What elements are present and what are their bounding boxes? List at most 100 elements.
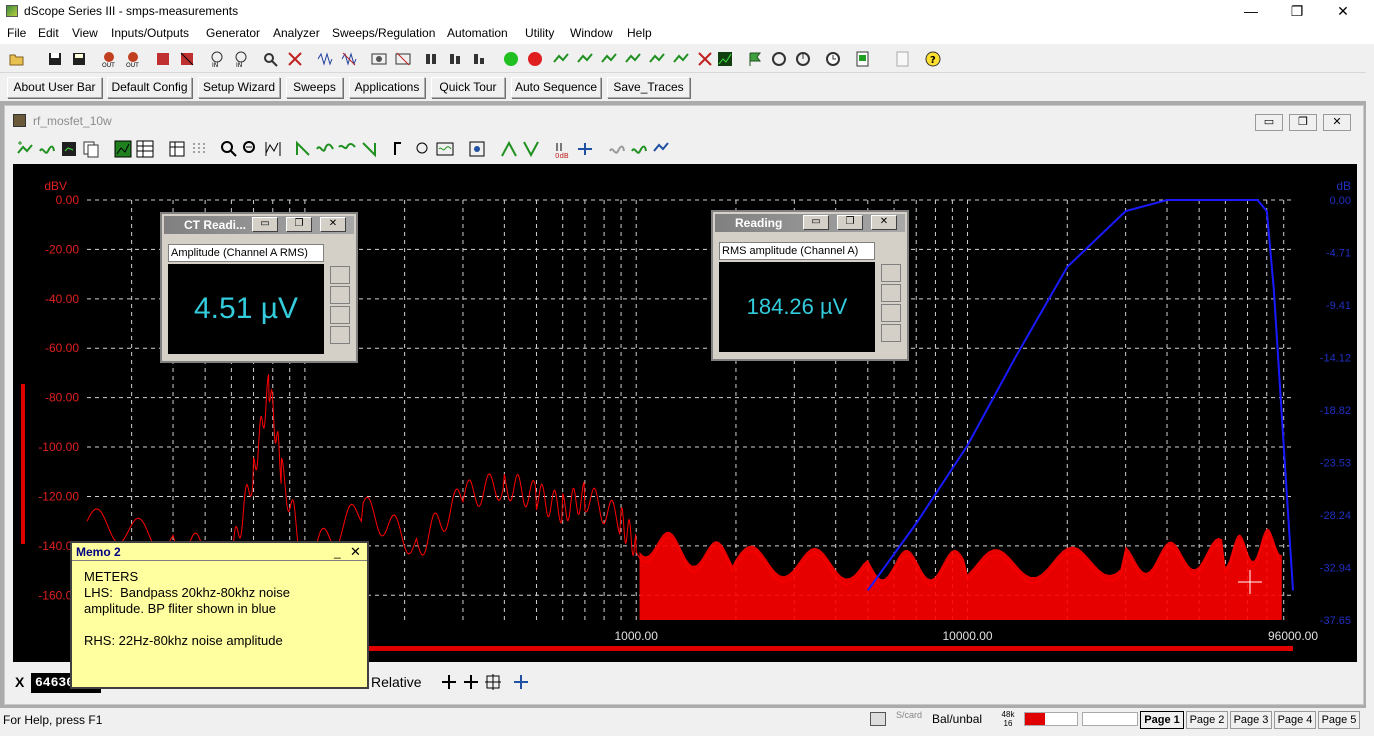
trace2-icon[interactable] <box>576 50 594 68</box>
sweep-step-icon[interactable] <box>448 50 466 68</box>
cursor-move-icon[interactable] <box>511 672 531 692</box>
save-all-icon[interactable] <box>70 50 88 68</box>
about-user-bar-button[interactable]: About User Bar <box>7 77 102 98</box>
probe-off-icon[interactable] <box>286 50 304 68</box>
cursor-add2-icon[interactable] <box>461 672 481 692</box>
copy-graph-icon[interactable] <box>81 139 101 159</box>
report-icon[interactable] <box>854 50 872 68</box>
menu-help[interactable]: Help <box>627 26 652 40</box>
quick-tour-button[interactable]: Quick Tour <box>431 77 505 98</box>
rms-reading-meter[interactable]: Reading ▭ ❐ ✕ RMS amplitude (Channel A) … <box>711 210 909 361</box>
rms-reading-arrows-icon[interactable] <box>881 324 901 342</box>
graph-icon[interactable] <box>716 50 734 68</box>
ct-reading-minimize-button[interactable]: ▭ <box>252 217 278 232</box>
cursor-box-icon[interactable] <box>483 672 503 692</box>
grid-dots-icon[interactable] <box>189 139 209 159</box>
rms-reading-probe-icon[interactable] <box>881 284 901 302</box>
graph-restore-button[interactable]: ❐ <box>1289 114 1317 131</box>
trace5-icon[interactable] <box>648 50 666 68</box>
rms-reading-scale-icon[interactable] <box>881 264 901 282</box>
cursor-left-icon[interactable] <box>293 139 313 159</box>
normalize-icon[interactable]: 0dB <box>553 139 573 160</box>
sweep-icon[interactable] <box>424 50 442 68</box>
marker-zoom-icon[interactable] <box>413 139 433 159</box>
add-trace-icon[interactable] <box>15 139 35 159</box>
minimize-button[interactable]: — <box>1228 0 1274 24</box>
offset-icon[interactable] <box>575 139 595 159</box>
settings-table-icon[interactable] <box>167 139 187 159</box>
close-cursor-icon[interactable]: X <box>15 674 24 690</box>
graph-minimize-button[interactable]: ▭ <box>1255 114 1283 131</box>
ct-reading-restore-button[interactable]: ❐ <box>286 217 312 232</box>
wave-compare-icon[interactable] <box>629 139 649 159</box>
restore-button[interactable]: ❐ <box>1274 0 1320 24</box>
trace-style-icon[interactable] <box>37 139 57 159</box>
page-1-tab[interactable]: Page 1 <box>1140 711 1184 729</box>
peak-icon[interactable] <box>499 139 519 159</box>
scope-off-icon[interactable] <box>394 50 412 68</box>
scope-icon[interactable] <box>370 50 388 68</box>
save-icon[interactable] <box>46 50 64 68</box>
sweep-mode-icon[interactable] <box>472 50 490 68</box>
valley-icon[interactable] <box>521 139 541 159</box>
generator-icon[interactable] <box>154 50 172 68</box>
relative-label[interactable]: Relative <box>371 674 422 690</box>
wave-off-icon[interactable] <box>340 50 358 68</box>
page-2-tab[interactable]: Page 2 <box>1186 711 1228 729</box>
trace6-icon[interactable] <box>672 50 690 68</box>
memo-minimize-button[interactable]: _ <box>334 545 341 559</box>
trace-x-icon[interactable] <box>696 50 714 68</box>
rms-reading-close-button[interactable]: ✕ <box>871 215 897 230</box>
rms-reading-restore-button[interactable]: ❐ <box>837 215 863 230</box>
regulation2-icon[interactable] <box>794 50 812 68</box>
memo-text[interactable]: METERS LHS: Bandpass 20khz-80khz noise a… <box>84 569 359 649</box>
run-icon[interactable] <box>502 50 520 68</box>
rms-reading-table-icon[interactable] <box>881 304 901 322</box>
sweeps-button[interactable]: Sweeps <box>286 77 343 98</box>
save-graph-icon[interactable] <box>59 139 79 159</box>
menu-file[interactable]: File <box>7 26 26 40</box>
input-icon[interactable]: IN <box>208 50 226 69</box>
cursor-wave2-icon[interactable] <box>337 139 357 159</box>
probe-icon[interactable] <box>262 50 280 68</box>
menu-automation[interactable]: Automation <box>447 26 508 40</box>
memo-window[interactable]: Memo 2 _ ✕ METERS LHS: Bandpass 20khz-80… <box>70 541 369 689</box>
ct-reading-close-button[interactable]: ✕ <box>320 217 346 232</box>
open-folder-icon[interactable] <box>8 50 26 68</box>
cursor-add-icon[interactable] <box>439 672 459 692</box>
menu-inputs-outputs[interactable]: Inputs/Outputs <box>111 26 189 40</box>
output-off-icon[interactable]: OUT <box>124 50 142 69</box>
table-view-icon[interactable] <box>135 139 155 159</box>
wave-icon[interactable] <box>316 50 334 68</box>
auto-sequence-button[interactable]: Auto Sequence <box>511 77 601 98</box>
rms-reading-minimize-button[interactable]: ▭ <box>803 215 829 230</box>
ct-reading-meter[interactable]: CT Readi... ▭ ❐ ✕ Amplitude (Channel A R… <box>160 212 358 363</box>
help-icon[interactable]: ? <box>924 50 942 68</box>
ct-reading-arrows-icon[interactable] <box>330 326 350 344</box>
trace-icon[interactable] <box>552 50 570 68</box>
applications-button[interactable]: Applications <box>349 77 425 98</box>
close-button[interactable]: ✕ <box>1320 0 1366 24</box>
ct-reading-scale-icon[interactable] <box>330 266 350 284</box>
menu-utility[interactable]: Utility <box>525 26 554 40</box>
output-on-icon[interactable]: OUT <box>100 50 118 69</box>
menu-sweeps-regulation[interactable]: Sweeps/Regulation <box>332 26 435 40</box>
menu-window[interactable]: Window <box>570 26 613 40</box>
menu-view[interactable]: View <box>72 26 98 40</box>
cursor-right-icon[interactable] <box>359 139 379 159</box>
memo-close-button[interactable]: ✕ <box>350 544 361 560</box>
save-traces-button[interactable]: Save_Traces <box>607 77 690 98</box>
flag-icon[interactable] <box>746 50 764 68</box>
stop-icon[interactable] <box>526 50 544 68</box>
regulation-icon[interactable] <box>770 50 788 68</box>
setup-wizard-button[interactable]: Setup Wizard <box>198 77 280 98</box>
trace4-icon[interactable] <box>624 50 642 68</box>
marker-icon[interactable] <box>391 139 411 159</box>
default-config-button[interactable]: Default Config <box>107 77 192 98</box>
menu-analyzer[interactable]: Analyzer <box>273 26 320 40</box>
autoscale-icon[interactable] <box>263 139 283 159</box>
trace3-icon[interactable] <box>600 50 618 68</box>
ct-reading-probe-icon[interactable] <box>330 286 350 304</box>
graph-view-icon[interactable] <box>113 139 133 159</box>
ct-reading-table-icon[interactable] <box>330 306 350 324</box>
